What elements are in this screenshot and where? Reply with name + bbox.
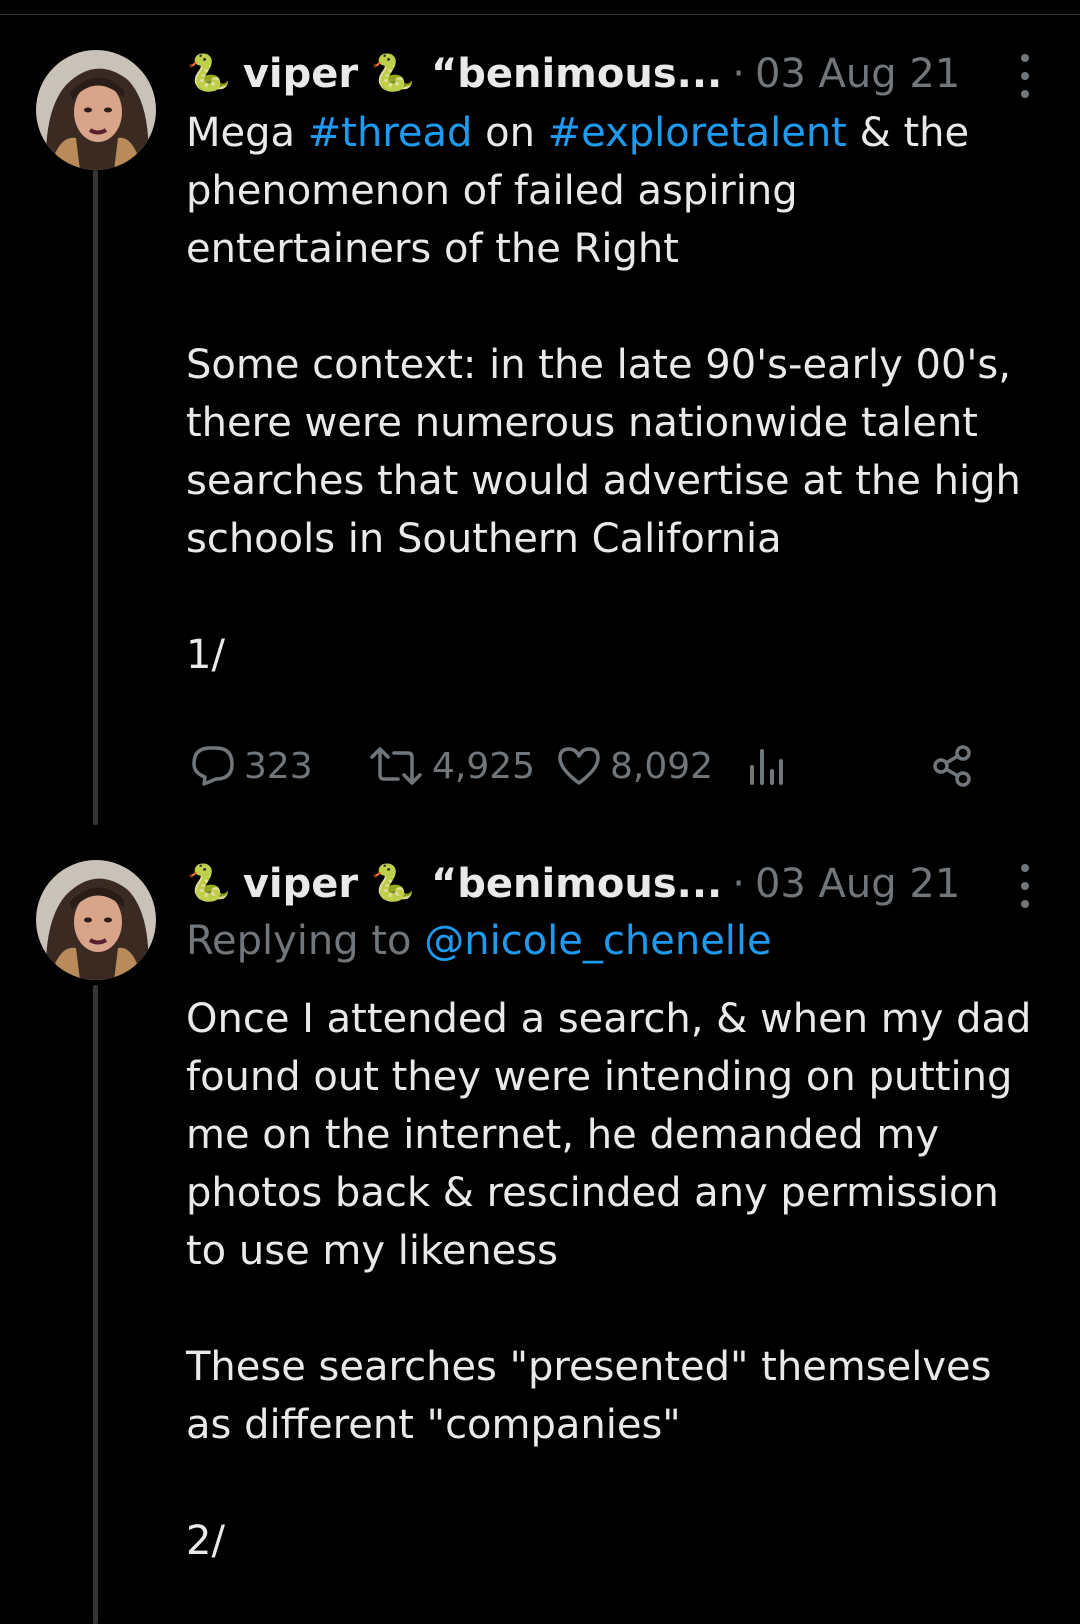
retweet-count: 4,925	[432, 745, 536, 787]
thread-connector-line	[93, 170, 98, 825]
like-button[interactable]: 8,092	[556, 736, 713, 796]
tweet-text: Mega #thread on #exploretalent & the phe…	[186, 104, 1046, 684]
snake-emoji-icon: 🐍	[370, 863, 415, 904]
hashtag-link[interactable]: #thread	[308, 110, 473, 156]
action-bar: 323 4,925 8,092	[190, 736, 1010, 796]
comment-icon	[192, 746, 234, 786]
tweet-line: phenomenon of failed aspiring	[186, 168, 798, 214]
analytics-icon	[750, 749, 783, 785]
tweet-line: Once I attended a search, & when my dad	[186, 996, 1032, 1042]
thread-counter: 1/	[186, 632, 225, 678]
user-handle[interactable]: “benimous...	[431, 51, 722, 97]
snake-emoji-icon: 🐍	[186, 863, 231, 904]
avatar[interactable]	[36, 50, 156, 170]
thread-counter: 2/	[186, 1518, 225, 1564]
snake-emoji-icon: 🐍	[370, 53, 415, 94]
tweet-line: as different "companies"	[186, 1402, 681, 1448]
tweet-line: Some context: in the late 90's-early 00'…	[186, 342, 1011, 388]
views-button[interactable]	[746, 736, 794, 796]
user-handle[interactable]: “benimous...	[431, 861, 722, 907]
like-count: 8,092	[610, 745, 714, 787]
heart-icon	[558, 747, 600, 785]
display-name[interactable]: viper	[243, 861, 358, 907]
tweet-line: schools in Southern California	[186, 516, 782, 562]
top-divider	[0, 14, 1080, 15]
more-icon[interactable]	[1010, 864, 1040, 908]
retweet-button[interactable]: 4,925	[368, 736, 535, 796]
tweet-line: Mega #thread on #exploretalent & the	[186, 110, 970, 156]
more-icon[interactable]	[1010, 54, 1040, 98]
hashtag-link[interactable]: #exploretalent	[548, 110, 847, 156]
tweet-line: These searches "presented" themselves	[186, 1344, 992, 1390]
tweet-header: 🐍 viper 🐍 “benimous... · 03 Aug 21	[186, 44, 1040, 104]
share-icon	[933, 745, 971, 787]
snake-emoji-icon: 🐍	[186, 53, 231, 94]
display-name[interactable]: viper	[243, 51, 358, 97]
tweet-line: entertainers of the Right	[186, 226, 679, 272]
header-separator: ·	[732, 51, 745, 97]
reply-count: 323	[244, 745, 313, 787]
tweet-line: found out they were intending on putting	[186, 1054, 1013, 1100]
retweet-icon	[370, 747, 422, 785]
tweet-date[interactable]: 03 Aug 21	[755, 51, 960, 97]
tweet-line: there were numerous nationwide talent	[186, 400, 978, 446]
mention-link[interactable]: @nicole_chenelle	[424, 918, 771, 964]
tweet-line: photos back & rescinded any permission	[186, 1170, 999, 1216]
avatar[interactable]	[36, 860, 156, 980]
reply-button[interactable]: 323	[190, 736, 313, 796]
share-button[interactable]	[930, 736, 984, 796]
tweet-line: me on the internet, he demanded my	[186, 1112, 940, 1158]
replying-to: Replying to @nicole_chenelle	[186, 918, 772, 964]
header-separator: ·	[732, 861, 745, 907]
tweet-header: 🐍 viper 🐍 “benimous... · 03 Aug 21	[186, 854, 1040, 914]
tweet-text: Once I attended a search, & when my dad …	[186, 990, 1046, 1570]
thread-connector-line	[93, 985, 98, 1624]
tweet-date[interactable]: 03 Aug 21	[755, 861, 960, 907]
tweet-line: searches that would advertise at the hig…	[186, 458, 1021, 504]
tweet-line: to use my likeness	[186, 1228, 558, 1274]
